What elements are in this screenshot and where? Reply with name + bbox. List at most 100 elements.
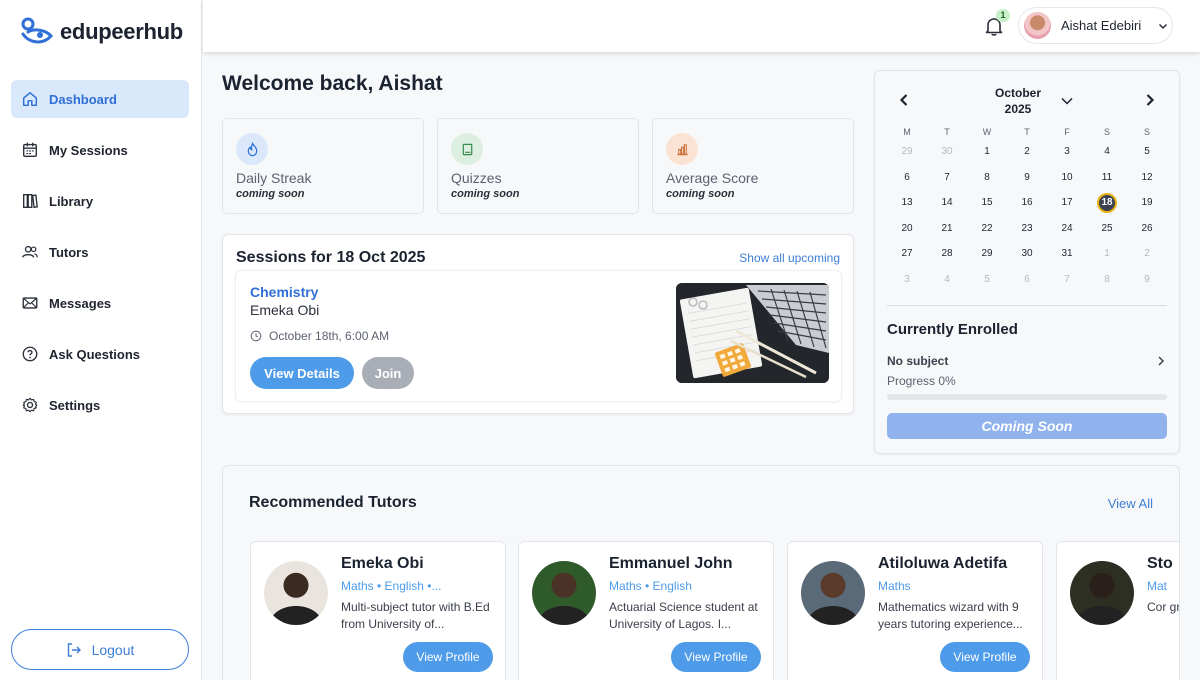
calendar-day-today[interactable]: 18 bbox=[1087, 192, 1127, 213]
logout-label: Logout bbox=[91, 641, 135, 658]
calendar-day[interactable]: 25 bbox=[1087, 223, 1127, 234]
calendar-day[interactable]: 3 bbox=[887, 274, 927, 285]
tutor-card: Emmanuel John Maths • English Actuarial … bbox=[518, 541, 774, 680]
chevron-down-icon[interactable] bbox=[1060, 94, 1074, 108]
clock-icon bbox=[250, 330, 262, 342]
show-all-upcoming-link[interactable]: Show all upcoming bbox=[739, 251, 840, 265]
enrolled-subject[interactable]: No subject bbox=[887, 354, 948, 368]
stat-title: Quizzes bbox=[451, 170, 502, 186]
calendar-day[interactable]: 29 bbox=[887, 146, 927, 157]
calendar-day[interactable]: 1 bbox=[1087, 248, 1127, 259]
calendar-day[interactable]: 6 bbox=[887, 172, 927, 183]
calendar-day[interactable]: 5 bbox=[967, 274, 1007, 285]
logout-button[interactable]: Logout bbox=[11, 629, 189, 670]
calendar-day[interactable]: 15 bbox=[967, 197, 1007, 208]
calendar-day[interactable]: 13 bbox=[887, 197, 927, 208]
calendar-grid: M T W T F S S 29 30 1 2 3 4 5 6 7 8 9 10 11 12 13 14 15 16 17 18 19… bbox=[887, 125, 1167, 292]
calendar-weekday: T bbox=[1024, 127, 1030, 137]
calendar-day[interactable]: 16 bbox=[1007, 197, 1047, 208]
book-icon bbox=[462, 143, 472, 155]
join-button[interactable]: Join bbox=[362, 357, 414, 389]
stat-icon-bg bbox=[236, 133, 268, 165]
calendar-week: 3456789 bbox=[887, 267, 1167, 293]
user-name: Aishat Edebiri bbox=[1061, 18, 1142, 33]
brand-logo[interactable]: edupeerhub bbox=[20, 16, 183, 48]
calendar-day[interactable]: 8 bbox=[1087, 274, 1127, 285]
calendar-day[interactable]: 3 bbox=[1047, 146, 1087, 157]
calendar-day[interactable]: 11 bbox=[1087, 172, 1127, 183]
calendar-day[interactable]: 10 bbox=[1047, 172, 1087, 183]
calendar-day[interactable]: 4 bbox=[927, 274, 967, 285]
stat-title: Average Score bbox=[666, 170, 759, 186]
tutor-card: Sto Mat Cor gra View Profile bbox=[1056, 541, 1179, 680]
calendar-day[interactable]: 5 bbox=[1127, 146, 1167, 157]
chevron-right-icon[interactable] bbox=[1143, 93, 1157, 107]
calendar-panel: October 2025 M T W T F S S 29 30 1 2 3 4 5 6 7 8 9 10 11 12 1… bbox=[874, 70, 1180, 454]
calendar-day[interactable]: 27 bbox=[887, 248, 927, 259]
calendar-day[interactable]: 4 bbox=[1087, 146, 1127, 157]
sidebar-item-ask-questions[interactable]: Ask Questions bbox=[11, 335, 189, 373]
calendar-day[interactable]: 24 bbox=[1047, 223, 1087, 234]
view-all-link[interactable]: View All bbox=[1108, 496, 1153, 511]
view-details-button[interactable]: View Details bbox=[250, 357, 354, 389]
sidebar-item-my-sessions[interactable]: My Sessions bbox=[11, 131, 189, 169]
calendar-day[interactable]: 26 bbox=[1127, 223, 1167, 234]
chevron-right-icon[interactable] bbox=[1155, 355, 1167, 367]
tutor-avatar bbox=[532, 561, 596, 625]
calendar-day[interactable]: 23 bbox=[1007, 223, 1047, 234]
calendar-day[interactable]: 2 bbox=[1127, 248, 1167, 259]
view-profile-button[interactable]: View Profile bbox=[671, 642, 761, 672]
chevron-left-icon[interactable] bbox=[897, 93, 911, 107]
logout-icon bbox=[67, 642, 81, 657]
calendar-day[interactable]: 17 bbox=[1047, 197, 1087, 208]
calendar-day[interactable]: 9 bbox=[1127, 274, 1167, 285]
sidebar-item-label: Library bbox=[49, 193, 94, 209]
home-icon bbox=[22, 91, 38, 107]
sidebar-item-tutors[interactable]: Tutors bbox=[11, 233, 189, 271]
calendar-day[interactable]: 29 bbox=[967, 248, 1007, 259]
calendar-day[interactable]: 30 bbox=[1007, 248, 1047, 259]
sessions-title: Sessions for 18 Oct 2025 bbox=[236, 249, 426, 266]
calendar-day[interactable]: 7 bbox=[1047, 274, 1087, 285]
notification-badge: 1 bbox=[996, 9, 1010, 22]
coming-soon-button[interactable]: Coming Soon bbox=[887, 413, 1167, 439]
calendar-year: 2025 bbox=[1004, 102, 1032, 116]
tutor-subjects: Maths • English •... bbox=[341, 579, 442, 593]
calendar-week: 13 14 15 16 17 18 19 bbox=[887, 190, 1167, 216]
calendar-day[interactable]: 20 bbox=[887, 223, 927, 234]
calendar-day[interactable]: 30 bbox=[927, 146, 967, 157]
calendar-day[interactable]: 21 bbox=[927, 223, 967, 234]
view-profile-button[interactable]: View Profile bbox=[940, 642, 1030, 672]
sidebar-item-dashboard[interactable]: Dashboard bbox=[11, 80, 189, 118]
mail-icon bbox=[22, 297, 38, 309]
calendar-day[interactable]: 28 bbox=[927, 248, 967, 259]
calendar-day[interactable]: 1 bbox=[967, 146, 1007, 157]
user-menu[interactable]: Aishat Edebiri bbox=[1018, 7, 1173, 44]
sidebar-item-settings[interactable]: Settings bbox=[11, 386, 189, 424]
session-time: October 18th, 6:00 AM bbox=[250, 329, 389, 343]
calendar-day[interactable]: 31 bbox=[1047, 248, 1087, 259]
calendar-day[interactable]: 22 bbox=[967, 223, 1007, 234]
sidebar-nav: Dashboard My Sessions Library Tutors Mes… bbox=[11, 80, 189, 437]
logo-icon bbox=[21, 17, 53, 44]
calendar-day[interactable]: 14 bbox=[927, 197, 967, 208]
calendar-day[interactable]: 6 bbox=[1007, 274, 1047, 285]
session-subject[interactable]: Chemistry bbox=[250, 284, 318, 300]
calendar-day[interactable]: 19 bbox=[1127, 197, 1167, 208]
calendar-day[interactable]: 8 bbox=[967, 172, 1007, 183]
calendar-day[interactable]: 7 bbox=[927, 172, 967, 183]
sidebar-item-messages[interactable]: Messages bbox=[11, 284, 189, 322]
sidebar-item-label: My Sessions bbox=[49, 142, 128, 158]
calendar-day[interactable]: 2 bbox=[1007, 146, 1047, 157]
tutor-bio: Multi-subject tutor with B.Ed from Unive… bbox=[341, 600, 490, 631]
tutor-name: Sto bbox=[1147, 555, 1173, 572]
tutor-bio: Actuarial Science student at University … bbox=[609, 600, 758, 631]
calendar-day[interactable]: 9 bbox=[1007, 172, 1047, 183]
sidebar-item-library[interactable]: Library bbox=[11, 182, 189, 220]
session-tutor: Emeka Obi bbox=[250, 302, 320, 318]
stat-icon-bg bbox=[666, 133, 698, 165]
calendar-week: 29 30 1 2 3 4 5 bbox=[887, 139, 1167, 165]
calendar-day[interactable]: 12 bbox=[1127, 172, 1167, 183]
view-profile-button[interactable]: View Profile bbox=[403, 642, 493, 672]
tutor-card: Atiloluwa Adetifa Maths Mathematics wiza… bbox=[787, 541, 1043, 680]
